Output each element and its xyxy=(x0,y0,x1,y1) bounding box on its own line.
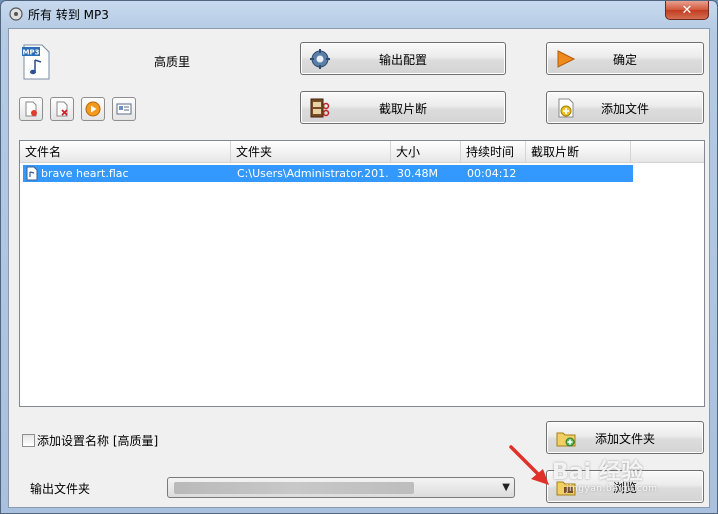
add-setting-name-option[interactable]: 添加设置名称 [高质量] xyxy=(22,432,158,449)
file-list-header: 文件名 文件夹 大小 持续时间 截取片断 xyxy=(20,141,704,163)
column-header-clip[interactable]: 截取片断 xyxy=(526,141,631,163)
cell-folder: C:\Users\Administrator.201... xyxy=(237,167,389,180)
add-folder-button[interactable]: 添加文件夹 xyxy=(546,421,704,454)
output-folder-select[interactable]: ▼ xyxy=(167,477,515,498)
column-header-folder[interactable]: 文件夹 xyxy=(231,141,391,163)
clip-button[interactable]: 截取片断 xyxy=(300,91,506,124)
table-row[interactable]: brave heart.flac C:\Users\Administrator.… xyxy=(23,165,633,182)
clear-list-button[interactable] xyxy=(50,97,74,121)
cell-clip xyxy=(532,166,632,182)
browse-label: 浏览 xyxy=(612,481,637,495)
column-header-size[interactable]: 大小 xyxy=(391,141,461,163)
play-icon xyxy=(85,101,101,117)
media-info-button[interactable] xyxy=(112,97,136,121)
output-folder-value-redacted xyxy=(174,482,414,494)
mp3-badge-text: MP3 xyxy=(23,49,40,57)
column-header-duration[interactable]: 持续时间 xyxy=(461,141,526,163)
mp3-format-icon: MP3 xyxy=(22,44,50,80)
cell-duration: 00:04:12 xyxy=(467,167,517,180)
media-info-icon xyxy=(116,103,132,115)
converter-window: 所有 转到 MP3 ✕ MP3 高质里 输出配置 确定 截取片断 添加文件 文件… xyxy=(0,0,718,514)
remove-item-button[interactable] xyxy=(19,97,43,121)
play-button[interactable] xyxy=(81,97,105,121)
window-title: 所有 转到 MP3 xyxy=(28,8,109,22)
remove-item-icon xyxy=(25,101,37,117)
add-file-label: 添加文件 xyxy=(600,102,649,116)
file-list[interactable]: 文件名 文件夹 大小 持续时间 截取片断 brave heart.flac C:… xyxy=(19,140,705,407)
add-setting-name-checkbox[interactable] xyxy=(22,434,35,447)
title-bar[interactable]: 所有 转到 MP3 ✕ xyxy=(1,1,717,27)
quality-label: 高质里 xyxy=(154,55,191,69)
app-icon xyxy=(9,7,23,21)
add-setting-name-label: 添加设置名称 [高质量] xyxy=(37,434,159,448)
confirm-label: 确定 xyxy=(612,53,637,67)
clear-list-icon xyxy=(56,101,68,117)
output-config-label: 输出配置 xyxy=(378,53,427,67)
cell-filename: brave heart.flac xyxy=(41,167,129,180)
add-folder-label: 添加文件夹 xyxy=(594,432,655,446)
close-button[interactable]: ✕ xyxy=(665,1,709,20)
column-header-filename[interactable]: 文件名 xyxy=(20,141,231,163)
audio-file-icon xyxy=(26,166,38,181)
confirm-button[interactable]: 确定 xyxy=(546,42,704,75)
clip-label: 截取片断 xyxy=(378,102,427,116)
browse-button[interactable]: 浏览 xyxy=(546,470,704,503)
annotation-arrow-icon xyxy=(509,445,549,485)
add-file-button[interactable]: 添加文件 xyxy=(546,91,704,124)
client-area: MP3 高质里 输出配置 确定 截取片断 添加文件 文件名 文件夹 大小 持续时… xyxy=(8,28,710,508)
cell-size: 30.48M xyxy=(397,167,438,180)
output-config-button[interactable]: 输出配置 xyxy=(300,42,506,75)
close-icon: ✕ xyxy=(681,2,693,18)
output-folder-label: 输出文件夹 xyxy=(30,482,91,496)
